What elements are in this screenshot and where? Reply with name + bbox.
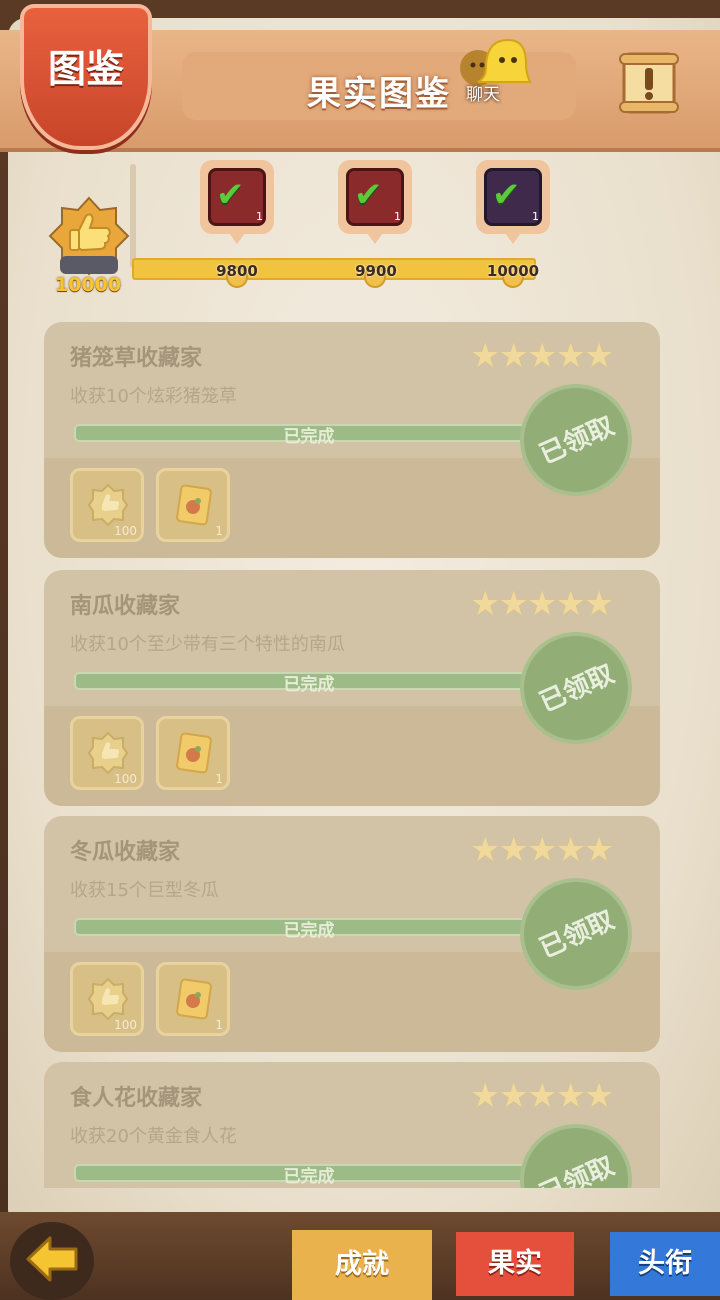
reward-thumbs-up[interactable]: 100 <box>70 468 144 542</box>
reward-count: 100 <box>114 524 137 538</box>
progress-text: 已完成 <box>283 1167 335 1187</box>
thumbs-up-badge-icon <box>87 483 129 527</box>
progress-text: 已完成 <box>283 427 335 447</box>
progress-text: 已完成 <box>283 921 335 941</box>
progress-text: 已完成 <box>283 675 335 695</box>
milestone-divider <box>130 164 136 268</box>
star-rating: ★★★★★ <box>470 830 614 870</box>
reward-fruit-card[interactable]: 1 <box>156 468 230 542</box>
card-description: 收获10个炫彩猪笼草 <box>70 386 237 407</box>
thumbs-up-badge-icon <box>87 731 129 775</box>
current-score: 10000 <box>54 274 122 296</box>
tab-achievement[interactable]: 成就 <box>292 1230 432 1300</box>
reward-count: 100 <box>114 772 137 786</box>
milestone-value: 9900 <box>355 262 397 280</box>
achievement-card: 南瓜收藏家 收获10个至少带有三个特性的南瓜 ★★★★★ 已完成 100 1 已… <box>44 570 660 806</box>
milestone-count: 1 <box>532 210 539 223</box>
tab-title[interactable]: 头衔 <box>610 1232 720 1296</box>
card-title: 猪笼草收藏家 <box>70 346 203 371</box>
star-rating: ★★★★★ <box>470 1076 614 1116</box>
check-icon: ✔ <box>216 175 245 215</box>
back-arrow-icon[interactable] <box>24 1234 80 1284</box>
achievement-card: 猪笼草收藏家 收获10个炫彩猪笼草 ★★★★★ 已完成 100 1 已领取 <box>44 322 660 558</box>
milestone-count: 1 <box>394 210 401 223</box>
thumbs-up-trophy-icon <box>48 196 130 276</box>
codex-badge-label: 图鉴 <box>47 47 124 91</box>
achievement-card: 食人花收藏家 收获20个黄金食人花 ★★★★★ 已完成 已领取 <box>44 1062 660 1188</box>
card-title: 南瓜收藏家 <box>70 594 181 619</box>
milestone-reward-10000[interactable]: ✔ 1 <box>476 160 550 248</box>
tab-fruit[interactable]: 果实 <box>456 1232 574 1296</box>
fruit-card-icon <box>176 732 212 774</box>
reward-count: 100 <box>114 1018 137 1032</box>
thumbs-up-badge-icon <box>87 977 129 1021</box>
fruit-card-icon <box>176 484 212 526</box>
reward-fruit-card[interactable]: 1 <box>156 962 230 1036</box>
reward-count: 1 <box>215 524 223 538</box>
milestone-reward-9900[interactable]: ✔ 1 <box>338 160 412 248</box>
star-rating: ★★★★★ <box>470 584 614 624</box>
milestone-value: 9800 <box>216 262 258 280</box>
achievement-card: 冬瓜收藏家 收获15个巨型冬瓜 ★★★★★ 已完成 100 1 已领取 <box>44 816 660 1052</box>
check-icon: ✔ <box>354 175 383 215</box>
card-title: 食人花收藏家 <box>70 1086 203 1111</box>
card-description: 收获15个巨型冬瓜 <box>70 880 219 901</box>
milestone-reward-9800[interactable]: ✔ 1 <box>200 160 274 248</box>
card-description: 收获10个至少带有三个特性的南瓜 <box>70 634 345 655</box>
reward-count: 1 <box>215 772 223 786</box>
star-rating: ★★★★★ <box>470 336 614 376</box>
reward-thumbs-up[interactable]: 100 <box>70 716 144 790</box>
check-icon: ✔ <box>492 175 521 215</box>
chat-label[interactable]: 聊天 <box>466 80 500 105</box>
reward-fruit-card[interactable]: 1 <box>156 716 230 790</box>
milestone-count: 1 <box>256 210 263 223</box>
reward-thumbs-up[interactable]: 100 <box>70 962 144 1036</box>
scroll-notice-icon[interactable] <box>616 50 682 116</box>
card-description: 收获20个黄金食人花 <box>70 1126 237 1147</box>
milestone-value: 10000 <box>486 262 540 280</box>
fruit-card-icon <box>176 978 212 1020</box>
card-title: 冬瓜收藏家 <box>70 840 181 865</box>
reward-count: 1 <box>215 1018 223 1032</box>
